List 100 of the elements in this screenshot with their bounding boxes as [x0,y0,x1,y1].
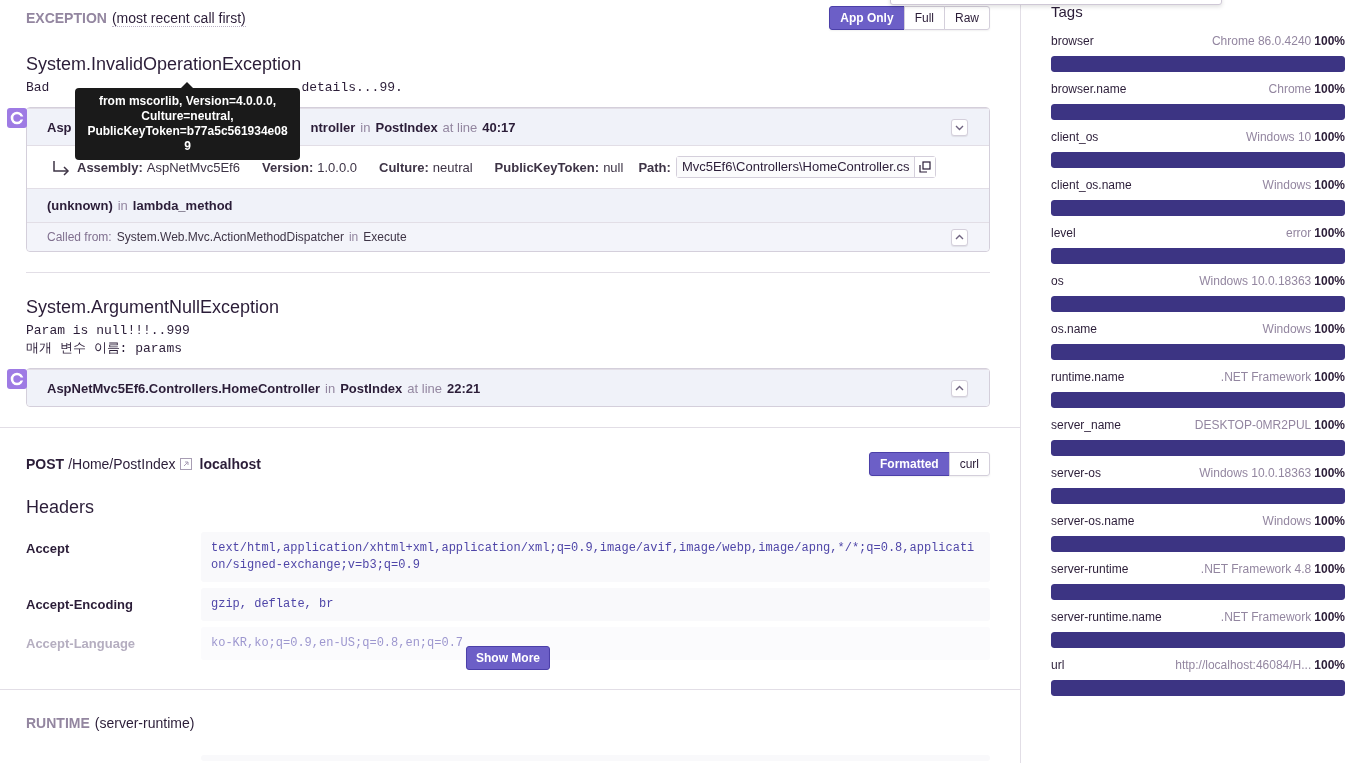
frame-module: AspNetMvc5Ef6.Controllers.HomeController [47,380,321,396]
tag-name: browser.name [1051,82,1127,96]
header-name: Accept [26,540,71,556]
detail-value: neutral [432,159,473,175]
tag-value: Windows 10.0.18363 [1199,274,1312,288]
tag-name: url [1051,658,1065,672]
frame-function: Execute [363,230,407,244]
tag-name: server-runtime.name [1051,610,1162,624]
tag-name: client_os [1051,130,1099,144]
request-path: /Home/PostIndex [68,456,176,472]
sidebar-title: Tags [1051,3,1084,21]
section-title: EXCEPTION [26,9,107,26]
tag-name: browser [1051,34,1094,48]
tag-value: Windows 10 [1245,130,1312,144]
tag-value: DESKTOP-0MR2PUL [1194,418,1312,432]
tag-name: runtime.name [1051,370,1125,384]
tag-percent: 100% [1314,34,1345,48]
tag-percent: 100% [1314,418,1345,432]
header-value: gzip, deflate, br [201,588,990,621]
tag-percent: 100% [1314,514,1345,528]
tag-percent: 100% [1314,82,1345,96]
detail-label: Culture: [379,159,429,175]
copy-button[interactable] [914,157,936,177]
external-link-icon [179,458,192,470]
frame-module: (unknown) [47,198,113,213]
header-value: text/html,application/xhtml+xml,application/xml;q=0.9,image/avif,image/webp,image/apng,*/*;q=0.8,application/signed-exchange;v=b3;q=0.9 [201,532,990,582]
tag-value: http://localhost:46084/H... [1175,658,1312,672]
tag-value: Chrome 86.0.4240 [1211,34,1312,48]
copy-icon [919,161,932,173]
detail-label: Version: [261,159,314,175]
show-more-button[interactable]: Show More [466,646,550,670]
frame-line: 22:21 [447,380,481,396]
exception-message: 매개 변수 이름: params [26,341,182,356]
detail-value: null [603,159,624,175]
header-name: Accept-Language [26,635,137,651]
tag-value: Windows 10.0.18363 [1199,466,1312,480]
request-method: POST [26,456,65,472]
detail-label: Path: [638,159,671,175]
frame-connector: in [348,230,359,244]
frame-module: System.Web.Mvc.ActionMethodDispatcher [116,230,344,244]
frame-connector: in [325,380,336,396]
tag-percent: 100% [1314,274,1345,288]
frame-function: lambda_method [132,198,233,213]
tag-value: error [1285,226,1312,240]
tag-name: os.name [1051,322,1098,336]
collapse-button[interactable] [951,228,968,246]
tag-percent: 100% [1314,610,1345,624]
view-tab[interactable]: App Only [829,6,905,30]
header-name: Accept-Encoding [26,596,134,612]
tag-percent: 100% [1314,562,1345,576]
frame-line: 40:17 [482,119,516,135]
detail-label: Assembly: [77,159,143,175]
tag-value: Windows [1262,514,1312,528]
frame-module: Asp [47,119,72,135]
frame-function: PostIndex [375,119,438,135]
return-arrow-icon [52,158,70,176]
tag-percent: 100% [1314,370,1345,384]
detail-label: PublicKeyToken: [494,159,600,175]
frame-connector: in [117,198,128,213]
tag-name: server-os.name [1051,514,1135,528]
detail-value: AspNetMvc5Ef6 [146,159,240,175]
section-title: RUNTIME [26,715,90,731]
tag-value: Chrome [1268,82,1312,96]
exception-type: System.ArgumentNullException [26,297,281,318]
tag-value: .NET Framework [1220,370,1312,384]
platform-icon [7,369,27,389]
platform-icon [7,108,27,128]
tag-percent: 100% [1314,466,1345,480]
tag-percent: 100% [1314,322,1345,336]
tag-percent: 100% [1314,178,1345,192]
exception-message: details...99. [301,80,403,95]
frame-connector: in [360,119,371,135]
view-tab[interactable]: curl [948,452,990,476]
tag-value: .NET Framework [1220,610,1312,624]
collapse-button[interactable] [951,118,968,136]
path-field[interactable]: Mvc5Ef6\Controllers\HomeController.cs [675,156,937,178]
frame-module: ntroller [310,119,356,135]
tag-percent: 100% [1314,130,1345,144]
tag-value: Windows [1262,178,1312,192]
frame-connector: at line [442,119,478,135]
view-tab[interactable]: Full [903,6,945,30]
request-host: localhost [199,456,261,472]
tag-name: server-os [1051,466,1101,480]
frame-function: PostIndex [340,380,403,396]
exception-message: Bad [26,80,50,95]
tag-value: .NET Framework 4.8 [1200,562,1312,576]
section-heading: Headers [26,497,96,518]
tag-name: client_os.name [1051,178,1132,192]
view-tab[interactable]: Formatted [869,452,950,476]
view-tab[interactable]: Raw [944,6,990,30]
section-subtitle: (server-runtime) [94,715,195,731]
tag-value: Windows [1262,322,1312,336]
exception-type: System.InvalidOperationException [26,54,303,75]
exception-message: Param is null!!!..999 [26,323,190,338]
collapse-button[interactable] [951,379,968,397]
tag-name: level [1051,226,1076,240]
tag-name: server-runtime [1051,562,1129,576]
section-subtitle: (most recent call first) [111,9,246,27]
called-from-label: Called from: [47,230,112,244]
tag-name: server_name [1051,418,1122,432]
